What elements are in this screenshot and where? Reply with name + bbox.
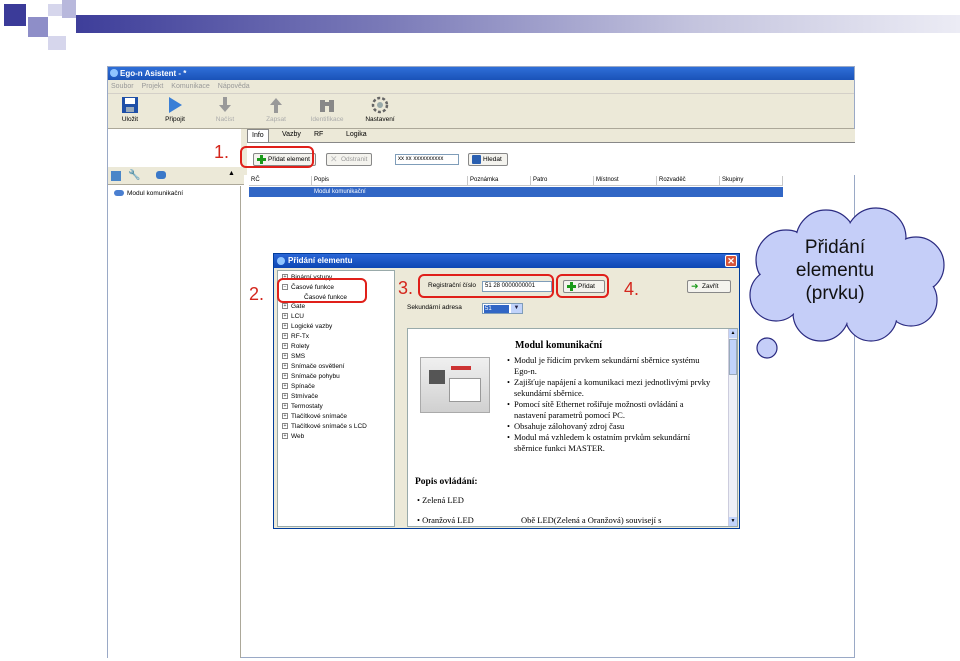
binoculars-icon bbox=[320, 100, 334, 112]
menu-bar: Soubor Projekt Komunikace Nápověda bbox=[108, 80, 854, 94]
project-tree: Modul komunikační bbox=[108, 186, 241, 658]
list-item: • Oranžová LED bbox=[417, 515, 474, 525]
header-bar bbox=[76, 15, 960, 33]
module-icon[interactable] bbox=[156, 171, 166, 179]
tab-rf[interactable]: RF bbox=[310, 129, 327, 142]
chevron-down-icon[interactable]: ▼ bbox=[511, 304, 522, 313]
gear-icon bbox=[371, 96, 389, 114]
deco-square-4 bbox=[48, 36, 66, 50]
settings-button[interactable]: Nastavení bbox=[360, 96, 400, 123]
deco-square-5 bbox=[62, 0, 76, 18]
write-button[interactable]: Zapsat bbox=[256, 96, 296, 123]
tree-item-spinace[interactable]: + Spínače bbox=[282, 382, 315, 391]
step-4-label: 4. bbox=[624, 279, 640, 299]
col-rozvadec[interactable]: Rozvaděč bbox=[657, 176, 720, 186]
wrench-icon[interactable]: 🔧 bbox=[128, 170, 140, 181]
tree-item-termostaty[interactable]: + Termostaty bbox=[282, 402, 323, 411]
tree-item-lcu[interactable]: + LCU bbox=[282, 312, 304, 321]
highlight-add-button bbox=[556, 274, 609, 298]
tree-item-rolety[interactable]: + Rolety bbox=[282, 342, 309, 351]
tree-item-tlacitkove-snimace-lcd[interactable]: + Tlačítkové snímače s LCD bbox=[282, 422, 367, 431]
tab-vazby[interactable]: Vazby bbox=[278, 129, 305, 142]
menu-komunikace[interactable]: Komunikace bbox=[171, 83, 210, 90]
app-title: Ego-n Asistent - * bbox=[120, 69, 187, 78]
connect-button[interactable]: Připojit bbox=[155, 96, 195, 123]
highlight-reg-number bbox=[418, 274, 554, 298]
col-rc[interactable]: RČ bbox=[249, 176, 312, 186]
tree-item-tlacitkove-snimace[interactable]: + Tlačítkové snímače bbox=[282, 412, 347, 421]
element-description: Modul komunikační • Modul je řídicím prvk… bbox=[407, 328, 738, 527]
app-titlebar: Ego-n Asistent - * bbox=[108, 67, 854, 80]
download-icon bbox=[219, 97, 231, 112]
exit-icon: ➜ bbox=[691, 281, 699, 291]
tree-view-icon[interactable] bbox=[111, 171, 121, 181]
remove-icon: ✕ bbox=[330, 154, 338, 164]
binoculars-small-icon bbox=[472, 155, 481, 164]
tree-item-gate[interactable]: + Gate bbox=[282, 302, 305, 311]
tree-item-web[interactable]: + Web bbox=[282, 432, 304, 441]
step-2-label: 2. bbox=[249, 284, 265, 304]
left-panel-toolbar: 🔧 ▲ bbox=[108, 167, 244, 185]
search-input[interactable]: xx xx xxxxxxxxxx bbox=[395, 154, 459, 165]
dialog-icon bbox=[277, 257, 285, 265]
table-row[interactable]: Modul komunikační bbox=[249, 187, 783, 197]
tree-node-icon bbox=[114, 190, 124, 197]
cloud-caption: Přidání elementu (prvku) bbox=[795, 237, 875, 304]
tree-item-sms[interactable]: + SMS bbox=[282, 352, 305, 361]
secondary-address-label: Sekundární adresa bbox=[407, 304, 462, 311]
tree-item-stmivace[interactable]: + Stmívače bbox=[282, 392, 318, 401]
deco-square-1 bbox=[4, 4, 26, 26]
module-heading: Modul komunikační bbox=[515, 340, 602, 351]
highlight-add-element bbox=[240, 146, 314, 168]
tree-item-rf-tx[interactable]: + RF-Tx bbox=[282, 332, 309, 341]
connect-icon bbox=[169, 97, 182, 113]
dialog-titlebar: Přidání elementu ✕ bbox=[274, 254, 739, 268]
identify-button[interactable]: Identifikace bbox=[307, 96, 347, 123]
controls-heading: Popis ovládání: bbox=[415, 477, 478, 487]
search-button[interactable]: Hledat bbox=[468, 153, 508, 166]
tree-item-logicke-vazby[interactable]: + Logické vazby bbox=[282, 322, 332, 331]
app-icon bbox=[110, 69, 118, 77]
tab-info[interactable]: Info bbox=[247, 129, 269, 142]
col-patro[interactable]: Patro bbox=[531, 176, 594, 186]
module-image bbox=[420, 357, 490, 413]
collapse-arrow-icon[interactable]: ▲ bbox=[228, 170, 235, 177]
tree-item-modul[interactable]: Modul komunikační bbox=[114, 190, 183, 197]
list-item: • Obsahuje zálohovaný zdroj času bbox=[507, 421, 625, 431]
secondary-address-select[interactable]: 51 ▼ bbox=[482, 303, 523, 314]
menu-soubor[interactable]: Soubor bbox=[111, 83, 134, 90]
list-item: • Zelená LED bbox=[417, 495, 464, 505]
save-icon bbox=[122, 97, 138, 113]
save-button[interactable]: Uložit bbox=[110, 96, 150, 123]
col-mistnost[interactable]: Místnost bbox=[594, 176, 657, 186]
step-1-label: 1. bbox=[214, 142, 230, 162]
upload-icon bbox=[270, 98, 282, 113]
list-item: • Modul je řídicím prvkem sekundární sběr… bbox=[507, 355, 700, 376]
col-poznamka[interactable]: Poznámka bbox=[468, 176, 531, 186]
deco-square-2 bbox=[28, 17, 48, 37]
col-skupiny[interactable]: Skupiny bbox=[720, 176, 783, 186]
element-type-tree: + Binární vstupy − Časové funkce Časové fu… bbox=[277, 270, 395, 527]
dialog-title: Přidání elementu bbox=[288, 256, 353, 265]
controls-description: Obě LED(Zelená a Oranžová) souvisejí s bbox=[521, 515, 662, 525]
load-button[interactable]: Načíst bbox=[205, 96, 245, 123]
tab-logika[interactable]: Logika bbox=[342, 129, 371, 142]
menu-napoveda[interactable]: Nápověda bbox=[218, 83, 250, 90]
close-button[interactable]: ➜ Zavřít bbox=[687, 280, 731, 293]
menu-projekt[interactable]: Projekt bbox=[142, 83, 164, 90]
scroll-down-icon[interactable]: ▼ bbox=[729, 517, 737, 526]
highlight-casove-funkce bbox=[277, 278, 367, 303]
tree-item-snimace-osvetleni[interactable]: + Snímače osvětlení bbox=[282, 362, 344, 371]
step-3-label: 3. bbox=[398, 278, 414, 298]
list-item: • Pomocí sítě Ethernet rošiřuje možnosti … bbox=[507, 399, 684, 420]
list-item: • Modul má vzhledem k ostatním prvkům sek… bbox=[507, 432, 691, 453]
toolbar: Uložit Připojit Načíst Zapsat Identifika… bbox=[108, 94, 854, 129]
col-popis[interactable]: Popis bbox=[312, 176, 468, 186]
list-item: • Zajišťuje napájení a komunikaci mezi je… bbox=[507, 377, 711, 398]
tree-item-snimace-pohybu[interactable]: + Snímače pohybu bbox=[282, 372, 340, 381]
remove-button[interactable]: ✕ Odstranit bbox=[326, 153, 372, 166]
